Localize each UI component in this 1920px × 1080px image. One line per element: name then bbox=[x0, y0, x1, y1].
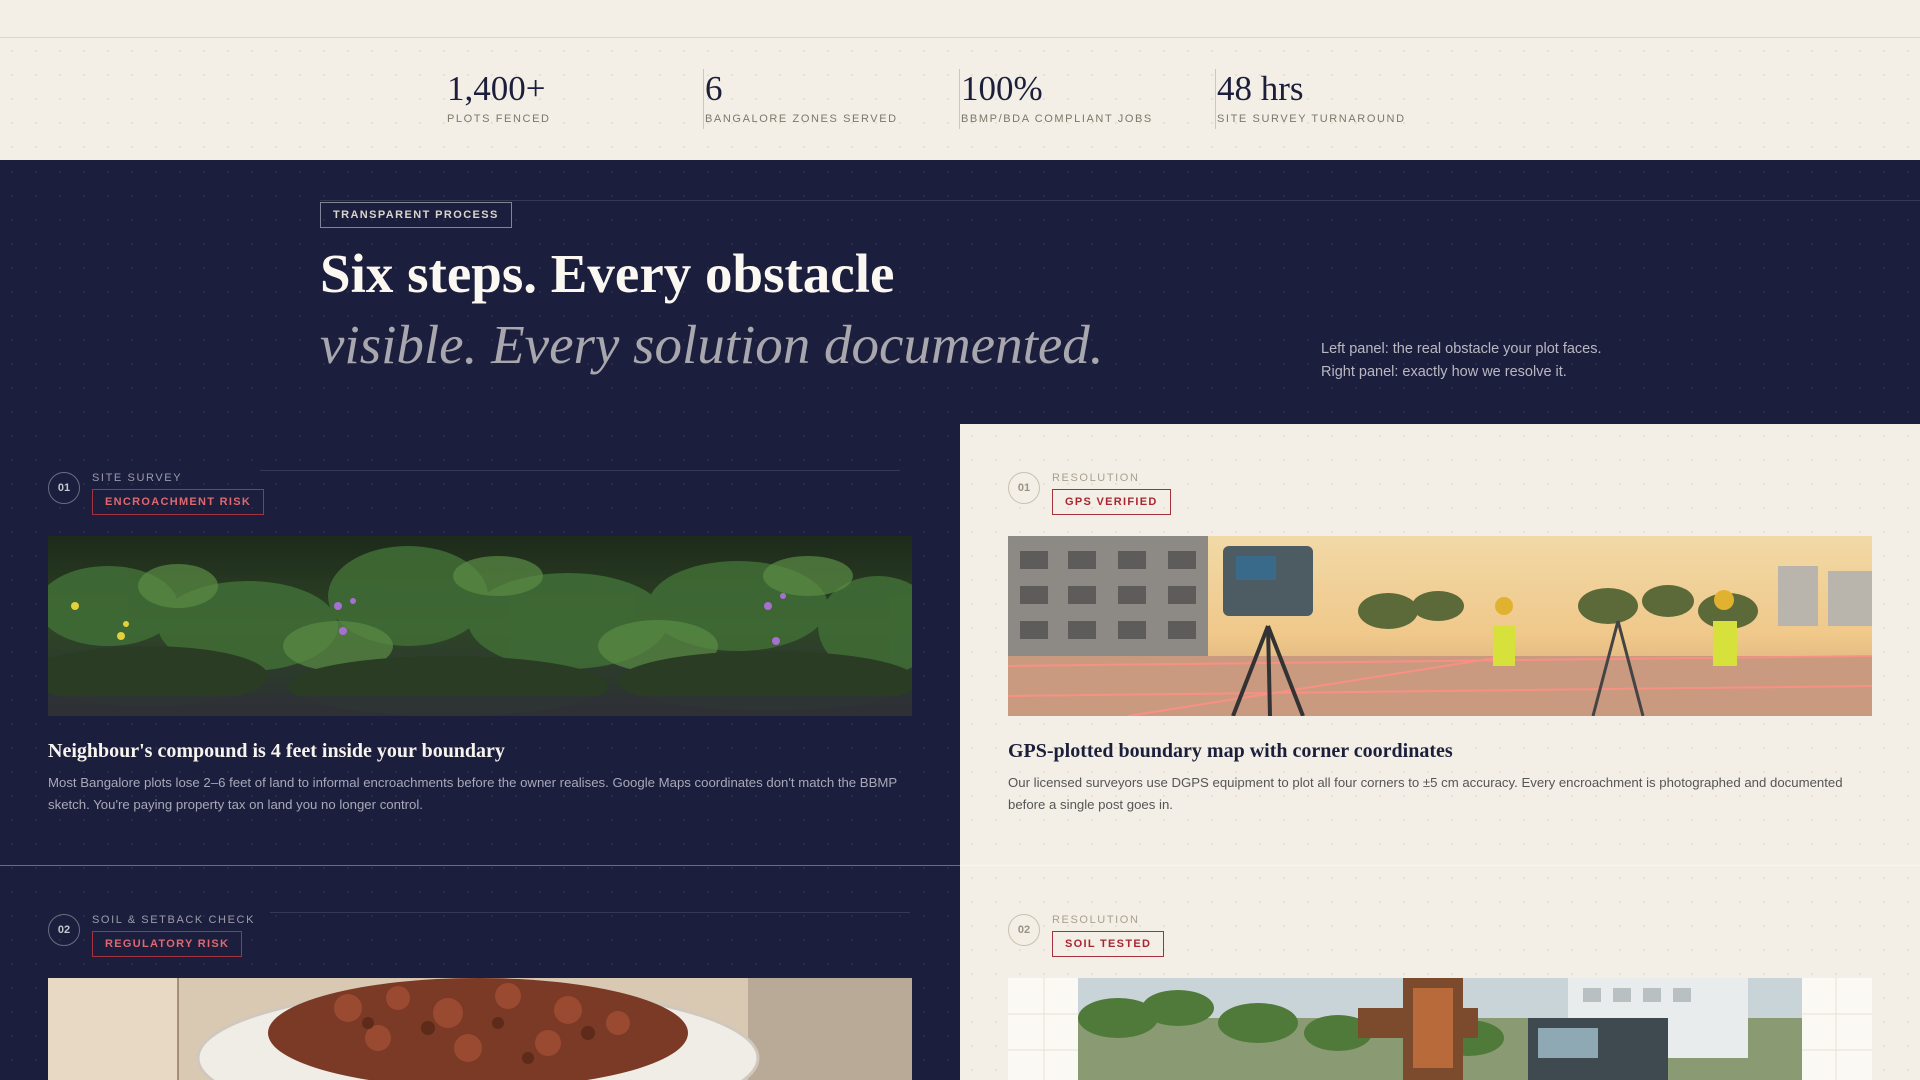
step-number-badge: 01 bbox=[1008, 472, 1040, 504]
stat-value: 48 hrs bbox=[1217, 69, 1304, 108]
stat-compliant-jobs: 100% BBMP/BDA COMPLIANT JOBS bbox=[959, 69, 1153, 129]
risk-tag: ENCROACHMENT RISK bbox=[92, 489, 265, 515]
soil-illustration bbox=[48, 978, 912, 1080]
step-kicker: SITE SURVEY bbox=[92, 472, 183, 484]
section-eyebrow: TRANSPARENT PROCESS bbox=[320, 202, 512, 228]
top-nav-strip bbox=[0, 0, 1920, 38]
step-1-solution-panel: 01 RESOLUTION GPS VERIFIED GPS-plotted b… bbox=[960, 424, 1920, 866]
hero-divider bbox=[320, 200, 1920, 201]
stat-plots-fenced: 1,400+ PLOTS FENCED bbox=[447, 69, 551, 129]
survey-illustration bbox=[1008, 536, 1872, 716]
drilling-illustration bbox=[1008, 978, 1872, 1080]
stat-value: 1,400+ bbox=[447, 69, 546, 108]
section-headline-italic: visible. Every solution documented. bbox=[320, 314, 1104, 375]
step-number-badge: 02 bbox=[1008, 914, 1040, 946]
soil-testing-rig-image bbox=[1008, 978, 1872, 1080]
section-headline: Six steps. Every obstacle bbox=[320, 243, 895, 304]
hero-note: Left panel: the real obstacle your plot … bbox=[1321, 338, 1602, 384]
step-2-solution-panel: 02 RESOLUTION SOIL TESTED bbox=[960, 866, 1920, 1080]
panel-title: Neighbour's compound is 4 feet inside yo… bbox=[48, 740, 505, 762]
step-1-problem-panel: 01 SITE SURVEY ENCROACHMENT RISK Neighbo… bbox=[0, 424, 960, 866]
stat-value: 6 bbox=[705, 69, 723, 108]
kicker-divider bbox=[270, 912, 910, 913]
step-number-badge: 02 bbox=[48, 914, 80, 946]
panel-title: GPS-plotted boundary map with corner coo… bbox=[1008, 740, 1453, 762]
step-kicker: RESOLUTION bbox=[1052, 914, 1140, 926]
stat-label: SITE SURVEY TURNAROUND bbox=[1217, 113, 1406, 125]
panel-body: Our licensed surveyors use DGPS equipmen… bbox=[1008, 775, 1843, 812]
verified-tag: GPS VERIFIED bbox=[1052, 489, 1171, 515]
foliage-illustration bbox=[48, 536, 912, 716]
overgrown-plot-image bbox=[48, 536, 912, 716]
stat-label: BANGALORE ZONES SERVED bbox=[705, 113, 898, 125]
process-section: TRANSPARENT PROCESS Six steps. Every obs… bbox=[0, 160, 1920, 1080]
stat-survey-turnaround: 48 hrs SITE SURVEY TURNAROUND bbox=[1215, 69, 1406, 129]
stat-zones-served: 6 BANGALORE ZONES SERVED bbox=[703, 69, 898, 129]
soil-sample-image bbox=[48, 978, 912, 1080]
stats-bar: 1,400+ PLOTS FENCED 6 BANGALORE ZONES SE… bbox=[0, 39, 1920, 160]
risk-tag: REGULATORY RISK bbox=[92, 931, 243, 957]
hero-note-line: Right panel: exactly how we resolve it. bbox=[1321, 364, 1567, 380]
stat-value: 100% bbox=[961, 69, 1043, 108]
stat-label: PLOTS FENCED bbox=[447, 113, 551, 125]
hero-note-line: Left panel: the real obstacle your plot … bbox=[1321, 341, 1602, 357]
step-number-badge: 01 bbox=[48, 472, 80, 504]
step-kicker: SOIL & SETBACK CHECK bbox=[92, 914, 256, 926]
panel-body: Most Bangalore plots lose 2–6 feet of la… bbox=[48, 775, 897, 812]
step-kicker: RESOLUTION bbox=[1052, 472, 1140, 484]
verified-tag: SOIL TESTED bbox=[1052, 931, 1165, 957]
step-2-problem-panel: 02 SOIL & SETBACK CHECK REGULATORY RISK bbox=[0, 866, 960, 1080]
survey-site-image bbox=[1008, 536, 1872, 716]
stat-label: BBMP/BDA COMPLIANT JOBS bbox=[961, 113, 1153, 125]
kicker-divider bbox=[260, 470, 900, 471]
